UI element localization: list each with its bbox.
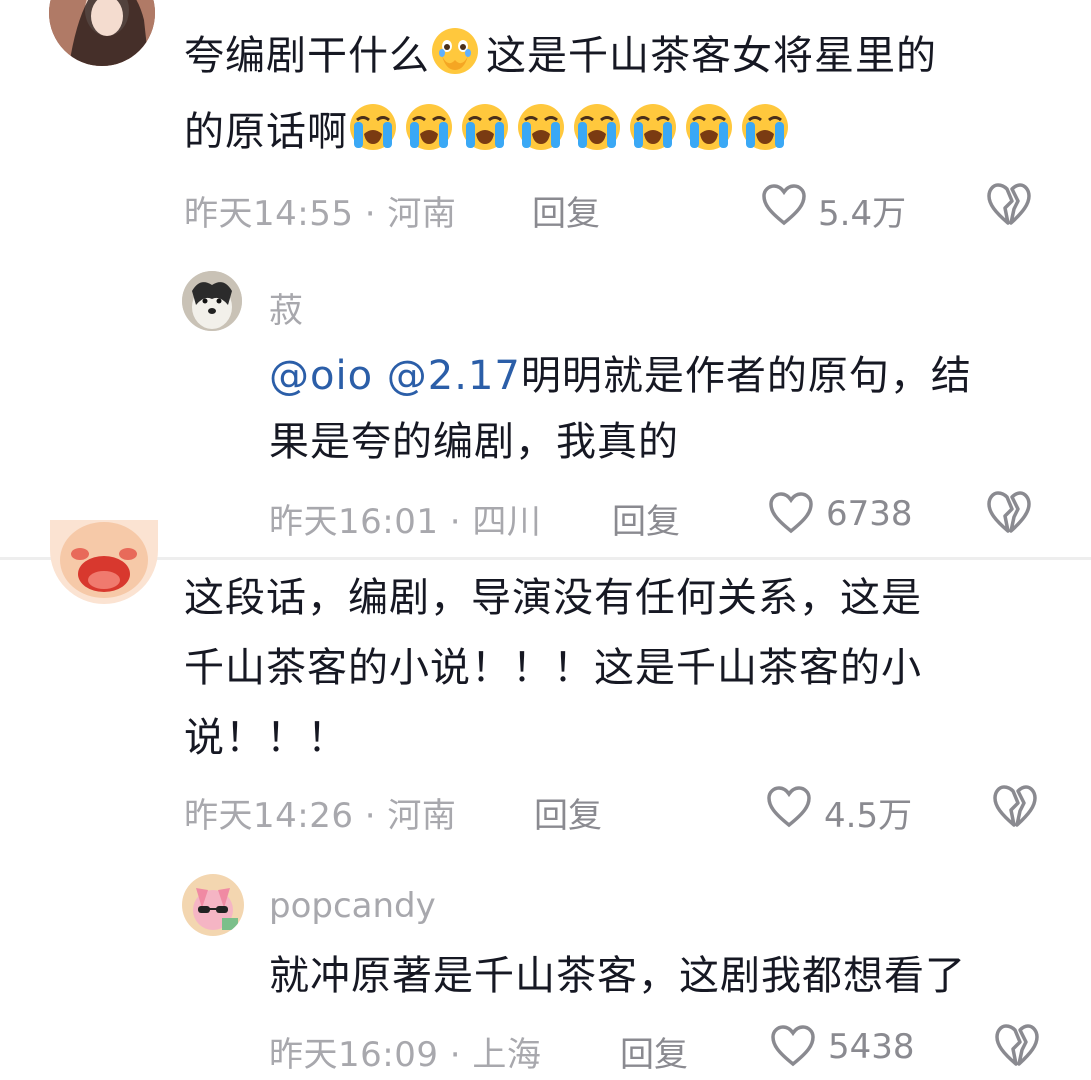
- face-holding-back-tears-emoji: [432, 28, 478, 74]
- comment-text-line-3: 说！！！: [184, 715, 348, 761]
- reply-button[interactable]: 回复: [612, 494, 680, 543]
- comment-meta: 昨天14:55 · 河南: [184, 194, 457, 234]
- dislike-button[interactable]: [992, 784, 1038, 830]
- reply-button[interactable]: 回复: [534, 788, 602, 837]
- like-button[interactable]: [761, 183, 807, 227]
- mention-link[interactable]: @oio: [269, 353, 373, 399]
- loudly-crying-face-emoji: [462, 104, 508, 150]
- heart-icon[interactable]: [770, 1024, 816, 1068]
- like-button[interactable]: [768, 491, 814, 535]
- heart-icon[interactable]: [766, 785, 812, 829]
- mention-link[interactable]: @2.17: [387, 353, 521, 399]
- reply-button[interactable]: 回复: [532, 186, 600, 235]
- comment-text-line-2: 千山茶客的小说！！！这是千山茶客的小: [184, 645, 922, 691]
- reply-text-line-1: 明明就是作者的原句，结: [520, 353, 972, 399]
- like-count: 5.4万: [818, 194, 907, 234]
- like-count: 4.5万: [824, 796, 913, 836]
- reply-button[interactable]: 回复: [620, 1027, 688, 1076]
- dislike-button[interactable]: [986, 182, 1032, 228]
- reply-meta: 昨天16:09 · 上海: [269, 1035, 542, 1075]
- broken-heart-icon[interactable]: [994, 1023, 1040, 1069]
- comment-text-line-1: 这段话，编剧，导演没有任何关系，这是: [184, 575, 922, 621]
- loudly-crying-face-emoji: [350, 104, 396, 150]
- like-count: 6738: [826, 494, 913, 534]
- comment-text-line-2: 的原话啊: [184, 109, 348, 155]
- screenshot-divider: [0, 557, 1091, 560]
- comment-text-line-1b: 这是千山茶客女将星里的: [486, 33, 937, 79]
- dislike-button[interactable]: [994, 1023, 1040, 1069]
- like-button[interactable]: [766, 785, 812, 829]
- reply-avatar[interactable]: [182, 874, 244, 936]
- comment-text-line-1a: 夸编剧干什么: [184, 33, 430, 79]
- reply-text-line-1: 就冲原著是千山茶客，这剧我都想看了: [269, 953, 966, 999]
- loudly-crying-face-emoji: [742, 104, 788, 150]
- broken-heart-icon[interactable]: [992, 784, 1038, 830]
- dislike-button[interactable]: [986, 490, 1032, 536]
- crying-emoji-row: [348, 104, 796, 155]
- heart-icon[interactable]: [761, 183, 807, 227]
- avatar[interactable]: [49, 0, 155, 66]
- reply-username[interactable]: 菽: [269, 283, 303, 332]
- loudly-crying-face-emoji: [574, 104, 620, 150]
- heart-icon[interactable]: [768, 491, 814, 535]
- reply-meta: 昨天16:01 · 四川: [269, 502, 542, 542]
- loudly-crying-face-emoji: [518, 104, 564, 150]
- like-count: 5438: [828, 1027, 915, 1067]
- avatar[interactable]: [50, 520, 158, 604]
- loudly-crying-face-emoji: [686, 104, 732, 150]
- reply-username[interactable]: popcandy: [269, 886, 436, 926]
- loudly-crying-face-emoji: [406, 104, 452, 150]
- loudly-crying-face-emoji: [630, 104, 676, 150]
- like-button[interactable]: [770, 1024, 816, 1068]
- comment-meta: 昨天14:26 · 河南: [184, 796, 457, 836]
- reply-avatar[interactable]: [182, 271, 242, 331]
- broken-heart-icon[interactable]: [986, 182, 1032, 228]
- reply-text-line-2: 果是夸的编剧，我真的: [269, 419, 679, 465]
- broken-heart-icon[interactable]: [986, 490, 1032, 536]
